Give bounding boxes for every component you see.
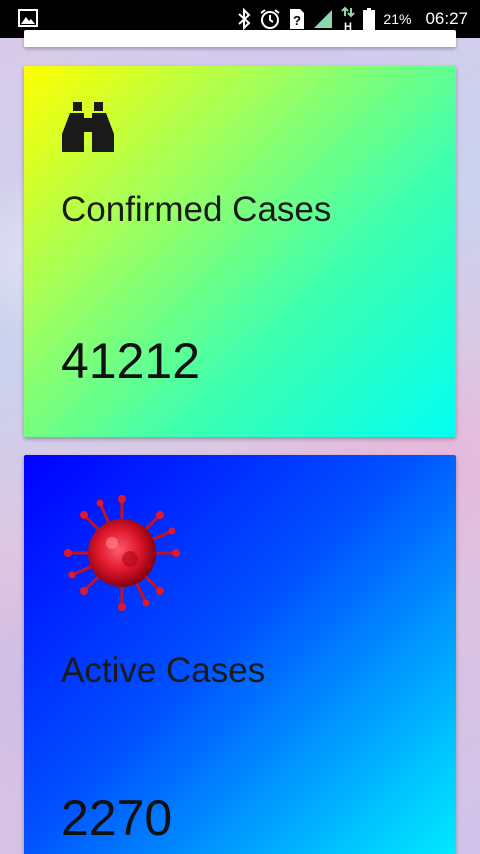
status-time: 06:27: [425, 9, 468, 28]
alarm-icon: [259, 8, 281, 30]
card-value: 2270: [61, 790, 173, 846]
app-screen: ? H 21% 06:27 Confirmed Cases 41212 Acti…: [0, 0, 480, 854]
virus-icon: [64, 495, 180, 615]
svg-text:?: ?: [293, 13, 301, 28]
active-cases-card[interactable]: Active Cases 2270: [24, 455, 456, 854]
battery-icon: [363, 8, 376, 30]
network-type-icon: H: [341, 6, 356, 32]
card-title: Confirmed Cases: [61, 190, 332, 229]
no-sim-icon: ?: [289, 8, 305, 30]
card-title: Active Cases: [61, 651, 266, 690]
bluetooth-icon: [237, 8, 251, 30]
confirmed-cases-card[interactable]: Confirmed Cases 41212: [24, 66, 456, 437]
battery-percent: 21%: [383, 11, 412, 27]
signal-icon: [313, 9, 333, 29]
card-value: 41212: [61, 333, 201, 389]
previous-card[interactable]: [24, 30, 456, 47]
binoculars-icon: [60, 100, 116, 160]
image-icon: [18, 9, 38, 27]
